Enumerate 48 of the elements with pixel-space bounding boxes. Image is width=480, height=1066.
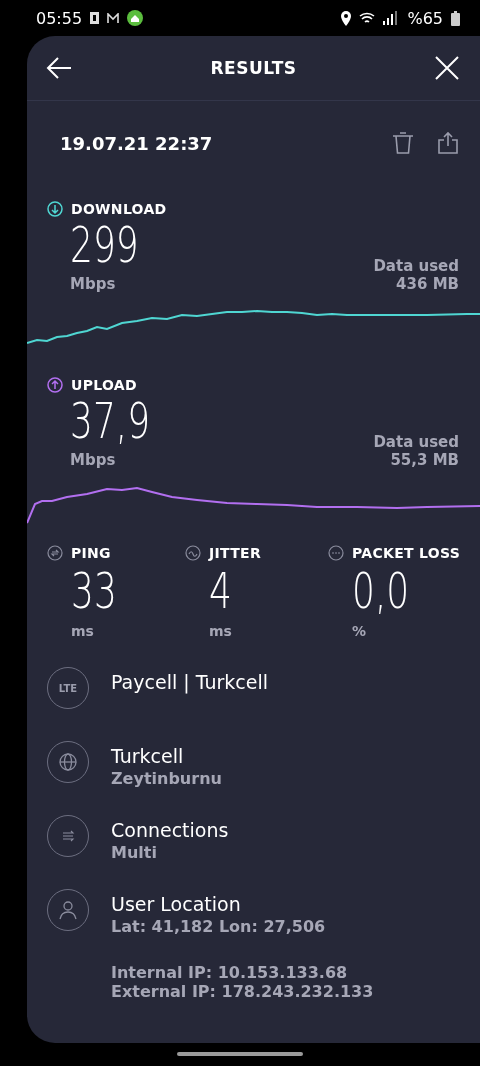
info-title: Paycell | Turkcell bbox=[111, 671, 268, 693]
status-time: 05:55 bbox=[36, 8, 83, 28]
info-subtitle: Lat: 41,182 Lon: 27,506 bbox=[111, 917, 326, 936]
battery-percent: %65 bbox=[407, 8, 443, 28]
info-subtitle: Multi bbox=[111, 843, 158, 862]
screen-title: RESULTS bbox=[210, 58, 297, 78]
location-pin-icon bbox=[341, 10, 352, 26]
back-button[interactable] bbox=[45, 56, 73, 80]
metric-label: JITTER bbox=[209, 545, 261, 561]
close-button[interactable] bbox=[434, 55, 460, 81]
metric-label: UPLOAD bbox=[71, 377, 137, 393]
download-icon bbox=[47, 201, 63, 217]
unit-label: Mbps bbox=[70, 451, 117, 469]
wifi-icon bbox=[359, 12, 376, 24]
ip-address: Internal IP: 10.153.133.68 bbox=[111, 963, 349, 982]
stat-value: 0,0 bbox=[352, 561, 411, 621]
info-subtitle: Zeytinburnu bbox=[111, 769, 222, 788]
dash-icon bbox=[328, 545, 344, 561]
battery-icon bbox=[451, 10, 460, 26]
info-title: Connections bbox=[111, 819, 229, 841]
mail-icon bbox=[107, 13, 120, 23]
speed-value: 299 bbox=[70, 217, 139, 273]
delete-button[interactable] bbox=[392, 131, 414, 155]
stat-value: 4 bbox=[209, 561, 233, 621]
info-title: User Location bbox=[111, 893, 242, 915]
data-used-value: 436 MB bbox=[396, 275, 459, 293]
home-app-icon bbox=[127, 10, 144, 26]
unit-label: ms bbox=[209, 623, 233, 639]
metric-label: DOWNLOAD bbox=[71, 201, 167, 217]
sim-card-icon bbox=[90, 12, 100, 24]
ping-icon bbox=[47, 545, 63, 561]
ip-address: External IP: 178.243.232.133 bbox=[111, 982, 375, 1001]
info-title: Turkcell bbox=[111, 745, 185, 767]
signal-icon bbox=[383, 11, 400, 25]
data-used-label: Data used bbox=[373, 433, 459, 451]
data-used-label: Data used bbox=[373, 257, 459, 275]
unit-label: % bbox=[352, 623, 368, 639]
wave-icon bbox=[185, 545, 201, 561]
unit-label: Mbps bbox=[70, 275, 117, 293]
upload-icon bbox=[47, 377, 63, 393]
unit-label: ms bbox=[71, 623, 95, 639]
share-button[interactable] bbox=[436, 131, 460, 155]
metric-label: PING bbox=[71, 545, 111, 561]
speed-value: 37,9 bbox=[70, 393, 151, 449]
metric-label: PACKET LOSS bbox=[352, 545, 461, 561]
result-timestamp: 19.07.21 22:37 bbox=[60, 132, 214, 154]
stat-value: 33 bbox=[71, 561, 118, 621]
data-used-value: 55,3 MB bbox=[390, 451, 459, 469]
